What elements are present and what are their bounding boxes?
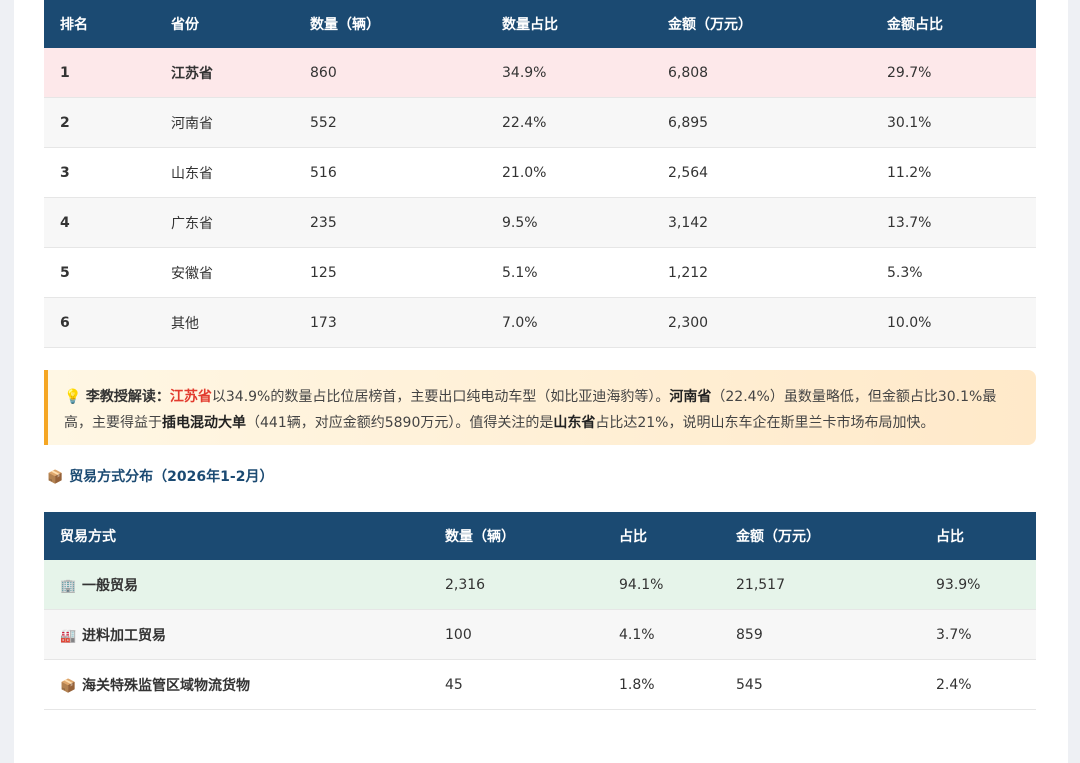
trade-mode-label: 一般贸易: [82, 577, 138, 594]
qty-cell: 45: [429, 659, 603, 710]
table-row: 3 山东省 516 21.0% 2,564 11.2%: [44, 147, 1036, 198]
rank-cell: 2: [44, 97, 155, 148]
province-cell: 安徽省: [155, 247, 294, 298]
table-header-row: 贸易方式 数量（辆） 占比 金额（万元） 占比: [44, 512, 1036, 560]
table-row: 5 安徽省 125 5.1% 1,212 5.3%: [44, 247, 1036, 298]
qty-cell: 125: [294, 247, 486, 298]
amount-share-cell: 30.1%: [871, 97, 1036, 148]
qty-cell: 173: [294, 297, 486, 348]
amount-share-cell: 2.4%: [920, 659, 1036, 710]
col-header-trade-mode[interactable]: 贸易方式: [44, 512, 429, 560]
table-row: 🏭 进料加工贸易 100 4.1% 859 3.7%: [44, 609, 1036, 660]
qty-cell: 860: [294, 48, 486, 98]
amount-share-cell: 11.2%: [871, 147, 1036, 198]
col-header-qty-share[interactable]: 占比: [603, 512, 720, 560]
professor-commentary-callout: 💡 李教授解读：江苏省以34.9%的数量占比位居榜首，主要出口纯电动车型（如比亚…: [44, 370, 1036, 445]
province-cell: 广东省: [155, 197, 294, 248]
trade-mode-cell: 🏢 一般贸易: [44, 560, 429, 610]
amount-share-cell: 29.7%: [871, 48, 1036, 98]
qty-share-cell: 1.8%: [603, 659, 720, 710]
highlight-shandong: 山东省: [553, 415, 596, 431]
highlight-phev: 插电混动大单: [162, 415, 246, 431]
qty-share-cell: 22.4%: [486, 97, 652, 148]
table-row: 📦 海关特殊监管区域物流货物 45 1.8% 545 2.4%: [44, 659, 1036, 710]
package-icon: 📦: [47, 470, 64, 485]
amount-share-cell: 10.0%: [871, 297, 1036, 348]
commentary-text: （441辆，对应金额约5890万元）。值得关注的是: [246, 415, 554, 431]
lightbulb-icon: 💡: [64, 389, 82, 405]
trade-mode-cell: 🏭 进料加工贸易: [44, 609, 429, 660]
amount-cell: 1,212: [652, 247, 871, 298]
col-header-amount-share[interactable]: 占比: [920, 512, 1036, 560]
province-cell: 河南省: [155, 97, 294, 148]
qty-cell: 100: [429, 609, 603, 660]
amount-cell: 545: [720, 659, 920, 710]
col-header-qty[interactable]: 数量（辆）: [429, 512, 603, 560]
table-row: 🏢 一般贸易 2,316 94.1% 21,517 93.9%: [44, 560, 1036, 610]
commentary-text: 占比达21%，说明山东车企在斯里兰卡市场布局加快。: [595, 415, 935, 431]
trade-mode-cell: 📦 海关特殊监管区域物流货物: [44, 659, 429, 710]
factory-icon: 🏭: [60, 628, 77, 644]
qty-share-cell: 21.0%: [486, 147, 652, 198]
rank-cell: 4: [44, 197, 155, 248]
qty-cell: 2,316: [429, 560, 603, 610]
office-building-icon: 🏢: [60, 578, 77, 594]
qty-share-cell: 9.5%: [486, 197, 652, 248]
qty-share-cell: 7.0%: [486, 297, 652, 348]
highlight-jiangsu: 江苏省: [169, 389, 212, 405]
amount-share-cell: 3.7%: [920, 609, 1036, 660]
trade-mode-label: 海关特殊监管区域物流货物: [82, 677, 250, 694]
province-cell: 山东省: [155, 147, 294, 198]
qty-share-cell: 34.9%: [486, 48, 652, 98]
amount-cell: 2,300: [652, 297, 871, 348]
trade-mode-label: 进料加工贸易: [82, 627, 166, 644]
col-header-qty-share[interactable]: 数量占比: [486, 0, 652, 48]
rank-cell: 5: [44, 247, 155, 298]
qty-cell: 235: [294, 197, 486, 248]
section-title-text: 贸易方式分布（2026年1-2月）: [69, 469, 274, 485]
qty-share-cell: 5.1%: [486, 247, 652, 298]
col-header-amount[interactable]: 金额（万元）: [652, 0, 871, 48]
amount-share-cell: 13.7%: [871, 197, 1036, 248]
col-header-amount-share[interactable]: 金额占比: [871, 0, 1036, 48]
amount-cell: 859: [720, 609, 920, 660]
qty-cell: 552: [294, 97, 486, 148]
qty-cell: 516: [294, 147, 486, 198]
package-icon: 📦: [60, 678, 77, 694]
amount-share-cell: 5.3%: [871, 247, 1036, 298]
report-card: 排名 省份 数量（辆） 数量占比 金额（万元） 金额占比 1 江苏省 860 3…: [14, 0, 1068, 763]
section-title: 📦 贸易方式分布（2026年1-2月）: [47, 466, 273, 486]
amount-cell: 6,895: [652, 97, 871, 148]
rank-cell: 3: [44, 147, 155, 198]
province-cell: 其他: [155, 297, 294, 348]
table-row: 1 江苏省 860 34.9% 6,808 29.7%: [44, 48, 1036, 98]
table-header-row: 排名 省份 数量（辆） 数量占比 金额（万元） 金额占比: [44, 0, 1036, 48]
province-cell: 江苏省: [155, 48, 294, 98]
col-header-rank[interactable]: 排名: [44, 0, 155, 48]
table-row: 6 其他 173 7.0% 2,300 10.0%: [44, 297, 1036, 348]
col-header-amount[interactable]: 金额（万元）: [720, 512, 920, 560]
amount-cell: 21,517: [720, 560, 920, 610]
qty-share-cell: 4.1%: [603, 609, 720, 660]
col-header-province[interactable]: 省份: [155, 0, 294, 48]
table-row: 4 广东省 235 9.5% 3,142 13.7%: [44, 197, 1036, 248]
amount-share-cell: 93.9%: [920, 560, 1036, 610]
amount-cell: 2,564: [652, 147, 871, 198]
col-header-qty[interactable]: 数量（辆）: [294, 0, 486, 48]
rank-cell: 6: [44, 297, 155, 348]
trade-mode-table: 贸易方式 数量（辆） 占比 金额（万元） 占比 🏢 一般贸易 2,316 94.1…: [44, 512, 1036, 710]
highlight-henan: 河南省: [669, 389, 712, 405]
province-export-table: 排名 省份 数量（辆） 数量占比 金额（万元） 金额占比 1 江苏省 860 3…: [44, 0, 1036, 348]
qty-share-cell: 94.1%: [603, 560, 720, 610]
rank-cell: 1: [44, 48, 155, 98]
commentary-label: 李教授解读：: [85, 389, 170, 405]
table-row: 2 河南省 552 22.4% 6,895 30.1%: [44, 97, 1036, 148]
amount-cell: 3,142: [652, 197, 871, 248]
amount-cell: 6,808: [652, 48, 871, 98]
commentary-text: 以34.9%的数量占比位居榜首，主要出口纯电动车型（如比亚迪海豹等）。: [211, 389, 670, 405]
